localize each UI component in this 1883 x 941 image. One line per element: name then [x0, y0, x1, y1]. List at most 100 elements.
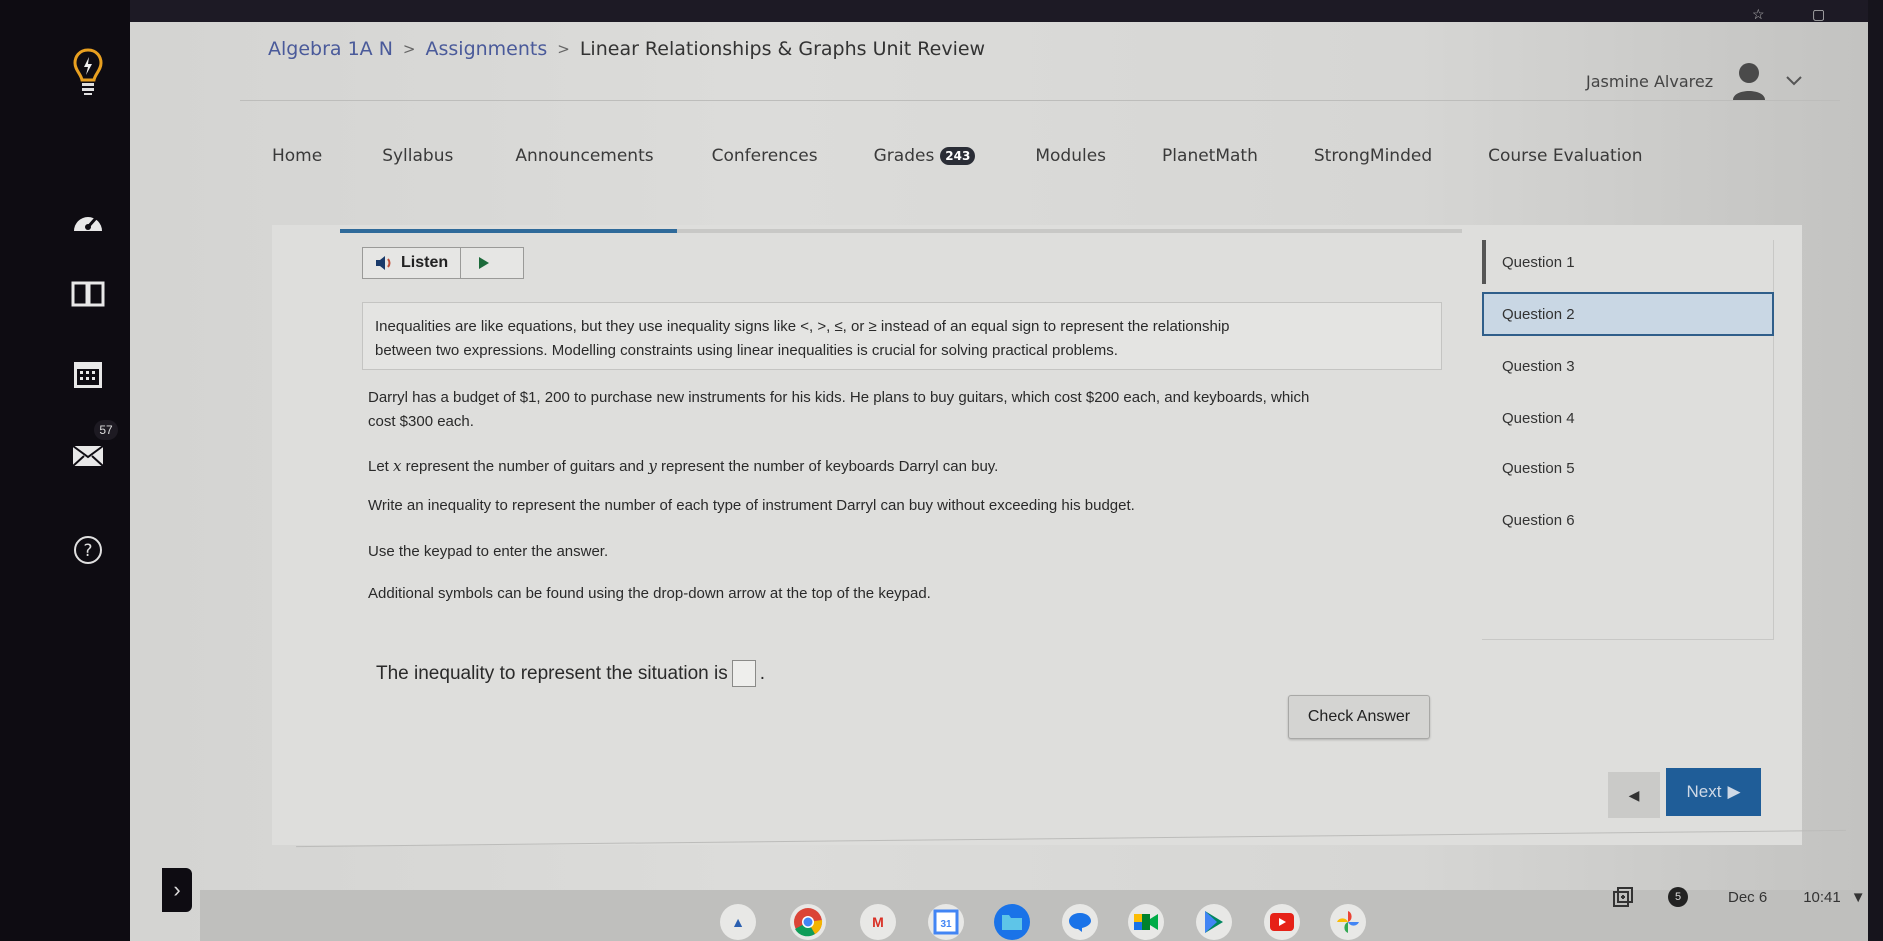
question-list-item[interactable]: Question 1 — [1482, 240, 1774, 284]
task-instruction: Write an inequality to represent the num… — [368, 497, 1135, 514]
breadcrumb-course-link[interactable]: Algebra 1A N — [268, 38, 393, 60]
variable-text: represent the number of keyboards Darryl… — [656, 458, 999, 475]
chevron-right-icon: › — [173, 877, 181, 902]
course-nav-label: Home — [272, 146, 323, 166]
course-nav: Home Syllabus Announcements Conferences … — [272, 146, 1701, 166]
play-icon — [479, 257, 490, 269]
lightbulb-logo-icon[interactable] — [68, 44, 108, 100]
bookmark-star-icon[interactable]: ☆ — [1752, 6, 1765, 23]
listen-button[interactable]: Listen — [363, 248, 462, 278]
grades-count-badge: 243 — [940, 147, 976, 165]
next-label: Next — [1686, 782, 1722, 801]
courses-book-icon[interactable] — [68, 274, 108, 314]
breadcrumb-separator: > — [557, 40, 570, 58]
screen-bezel — [1868, 0, 1883, 941]
problem-line-2: cost $300 each. — [368, 413, 474, 430]
course-nav-syllabus[interactable]: Syllabus — [382, 146, 453, 166]
course-nav-planetmath[interactable]: PlanetMath — [1162, 146, 1258, 166]
play-button[interactable] — [461, 248, 507, 278]
play-store-icon[interactable] — [1196, 904, 1232, 940]
course-nav-home[interactable]: Home — [272, 146, 322, 166]
inbox-icon[interactable] — [68, 436, 108, 476]
question-list-item-active[interactable]: Question 2 — [1482, 292, 1774, 336]
assignment-progress-fill — [340, 229, 677, 233]
question-list-item[interactable]: Question 3 — [1482, 344, 1774, 388]
course-nav-grades[interactable]: Grades 243 — [874, 146, 976, 166]
listen-control: Listen — [362, 247, 524, 279]
screen-capture-icon[interactable] — [1612, 886, 1634, 908]
answer-prompt: The inequality to represent the situatio… — [376, 662, 728, 684]
chrome-icon[interactable] — [790, 904, 826, 940]
calendar-day: 31 — [940, 919, 952, 930]
messages-icon[interactable] — [1062, 904, 1098, 940]
question-list-item[interactable]: Question 5 — [1482, 446, 1774, 490]
variable-x: x — [393, 457, 402, 475]
course-nav-label: Announcements — [515, 146, 654, 166]
assignment-progress-bar — [340, 229, 1462, 233]
breadcrumb: Algebra 1A N > Assignments > Linear Rela… — [268, 38, 985, 60]
user-name: Jasmine Alvarez — [1586, 71, 1714, 91]
launcher-icon[interactable]: ▲ — [720, 904, 756, 940]
next-question-button[interactable]: Next ▶ — [1666, 768, 1761, 816]
browser-top-bar: ☆ ▢ — [0, 0, 1883, 22]
keypad-hint: Use the keypad to enter the answer. — [368, 543, 609, 560]
check-answer-button[interactable]: Check Answer — [1288, 695, 1430, 739]
course-nav-conferences[interactable]: Conferences — [712, 146, 818, 166]
answer-prompt-line: The inequality to represent the situatio… — [376, 660, 765, 687]
question-list-item[interactable]: Question 6 — [1482, 498, 1774, 542]
variable-definition: Let x represent the number of guitars an… — [368, 454, 998, 479]
course-nav-label: PlanetMath — [1162, 146, 1258, 166]
answer-input[interactable] — [731, 660, 756, 687]
screen: ☆ ▢ 57 ? › Algebra 1A N > Assignments > … — [0, 0, 1883, 941]
answer-suffix: . — [759, 662, 765, 684]
help-icon[interactable]: ? — [68, 530, 108, 570]
listen-label: Listen — [401, 254, 449, 271]
symbols-hint: Additional symbols can be found using th… — [368, 585, 931, 602]
caret-left-icon: ◀ — [1628, 786, 1640, 803]
files-icon[interactable] — [994, 904, 1030, 940]
question-list-item[interactable]: Question 4 — [1482, 396, 1774, 440]
expand-nav-button[interactable]: › — [162, 868, 192, 912]
system-tray[interactable]: 5 Dec 6 10:41 ▼ ▮ — [1612, 886, 1880, 908]
gmail-icon[interactable]: M — [860, 904, 896, 940]
previous-question-button[interactable]: ◀ — [1608, 772, 1660, 818]
extensions-icon[interactable]: ▢ — [1812, 6, 1825, 23]
course-nav-label: Grades — [873, 146, 935, 166]
photos-icon[interactable] — [1330, 904, 1366, 940]
breadcrumb-current-page: Linear Relationships & Graphs Unit Revie… — [579, 38, 986, 60]
youtube-icon[interactable] — [1264, 904, 1300, 940]
meet-icon[interactable] — [1128, 904, 1164, 940]
question-list: Question 1 Question 2 Question 3 Questio… — [1482, 240, 1774, 640]
course-nav-label: Syllabus — [382, 146, 454, 166]
breadcrumb-separator: > — [402, 40, 416, 58]
course-nav-label: Modules — [1035, 146, 1107, 166]
speaker-icon — [376, 256, 391, 270]
global-nav-rail: 57 ? — [0, 0, 130, 941]
chevron-down-icon[interactable] — [1785, 75, 1803, 87]
dashboard-icon[interactable] — [68, 202, 108, 242]
course-nav-modules[interactable]: Modules — [1035, 146, 1106, 166]
notification-count-badge[interactable]: 5 — [1668, 887, 1688, 907]
course-nav-strongminded[interactable]: StrongMinded — [1314, 146, 1432, 166]
problem-line-1: Darryl has a budget of $1, 200 to purcha… — [368, 389, 1310, 406]
variable-text: represent the number of guitars and — [401, 458, 649, 475]
header-divider — [240, 100, 1840, 101]
course-nav-label: Conferences — [711, 146, 818, 166]
intro-text-line-2: between two expressions. Modelling const… — [375, 342, 1118, 359]
course-nav-course-evaluation[interactable]: Course Evaluation — [1488, 146, 1642, 166]
breadcrumb-assignments-link[interactable]: Assignments — [426, 38, 548, 60]
intro-text-line-1: Inequalities are like equations, but the… — [375, 318, 1230, 335]
tray-time: 10:41 — [1803, 888, 1841, 906]
tray-date: Dec 6 — [1728, 888, 1768, 906]
calendar-app-icon[interactable]: 31 — [928, 904, 964, 940]
variable-text: Let — [368, 458, 394, 475]
course-nav-announcements[interactable]: Announcements — [515, 146, 653, 166]
problem-statement: Darryl has a budget of $1, 200 to purcha… — [368, 386, 1309, 434]
wifi-icon: ▼ — [1850, 888, 1866, 906]
caret-right-icon: ▶ — [1727, 782, 1741, 801]
calendar-icon[interactable] — [68, 354, 108, 394]
course-nav-label: Course Evaluation — [1488, 146, 1643, 166]
intro-callout: Inequalities are like equations, but the… — [362, 302, 1442, 370]
svg-text:?: ? — [83, 541, 92, 561]
user-menu[interactable]: Jasmine Alvarez — [1586, 60, 1803, 102]
